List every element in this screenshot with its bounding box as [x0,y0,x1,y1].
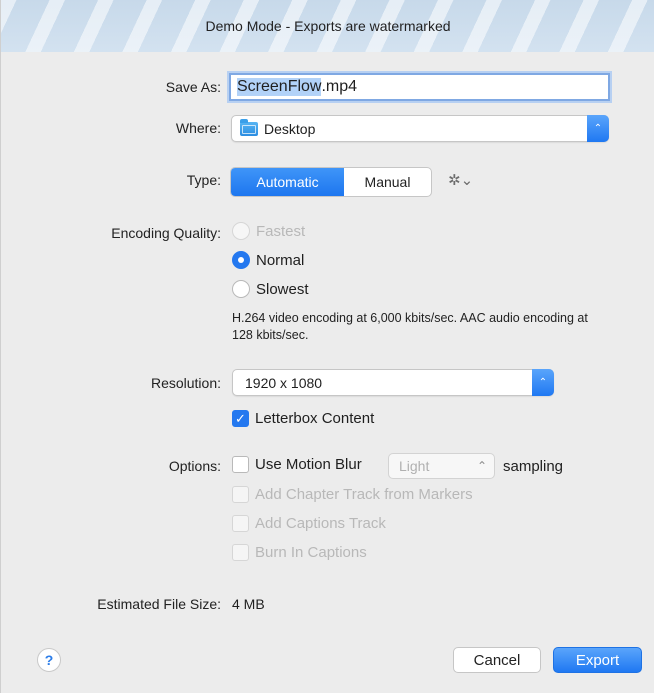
radio-fastest-label: Fastest [256,222,306,240]
type-label: Type: [186,172,221,188]
type-manual-segment[interactable]: Manual [344,168,431,196]
sampling-value: Light [399,458,430,474]
resolution-label: Resolution: [150,375,221,391]
radio-normal-label: Normal [256,251,305,269]
save-as-field[interactable]: ScreenFlow .mp4 [229,73,610,101]
resolution-value: 1920 x 1080 [245,374,323,391]
motion-blur-checkbox[interactable]: Use Motion Blur [232,456,362,473]
where-popup[interactable]: Desktop ⌃ [231,115,609,142]
export-dialog: Demo Mode - Exports are watermarked Save… [0,0,654,693]
type-segmented-control[interactable]: Automatic Manual [230,167,432,197]
save-as-label: Save As: [165,79,221,95]
letterbox-label: Letterbox Content [255,410,375,427]
resolution-popup[interactable]: 1920 x 1080 ⌃ [232,369,554,396]
banner-text: Demo Mode - Exports are watermarked [205,18,451,34]
help-button[interactable]: ? [37,648,61,672]
burn-captions-checkbox[interactable]: Burn In Captions [232,544,367,561]
radio-button [232,222,250,240]
encoding-description: H.264 video encoding at 6,000 kbits/sec.… [232,311,588,342]
chevron-updown-icon: ⌃ [476,459,487,473]
estimated-size-label: Estimated File Size: [97,596,221,612]
radio-slowest[interactable]: Slowest [232,280,309,298]
radio-normal[interactable]: Normal [232,251,304,269]
export-button[interactable]: Export [553,647,642,673]
captions-track-checkbox[interactable]: Add Captions Track [232,515,386,532]
chevron-updown-icon: ⌃ [587,115,609,142]
gear-icon[interactable]: ✲⌄ [448,171,473,189]
checkbox-box [232,486,249,503]
sampling-popup[interactable]: Light ⌃ [388,453,495,479]
where-value: Desktop [264,120,316,137]
sampling-suffix: sampling [503,458,564,475]
checkbox-box [232,515,249,532]
motion-blur-label: Use Motion Blur [255,456,362,473]
cancel-button[interactable]: Cancel [453,647,541,673]
radio-fastest[interactable]: Fastest [232,222,305,240]
estimated-size-value: 4 MB [232,596,265,612]
radio-slowest-label: Slowest [256,280,309,298]
chapter-track-label: Add Chapter Track from Markers [255,486,473,503]
filename-selected-text: ScreenFlow [237,78,322,96]
checkbox-box [232,456,249,473]
burn-captions-label: Burn In Captions [255,544,367,561]
options-label: Options: [168,458,221,474]
where-label: Where: [175,120,221,136]
filename-extension: .mp4 [321,78,358,95]
encoding-quality-label: Encoding Quality: [111,225,221,241]
radio-button [232,280,250,298]
checkbox-box [232,544,249,561]
type-automatic-segment[interactable]: Automatic [231,168,344,196]
radio-button [232,251,250,269]
chapter-track-checkbox[interactable]: Add Chapter Track from Markers [232,486,473,503]
folder-icon [240,118,258,136]
checkmark-icon: ✓ [232,410,249,427]
chevron-updown-icon: ⌃ [532,369,554,396]
letterbox-checkbox[interactable]: ✓ Letterbox Content [232,410,374,427]
captions-track-label: Add Captions Track [255,515,386,532]
demo-mode-banner: Demo Mode - Exports are watermarked [1,0,654,52]
